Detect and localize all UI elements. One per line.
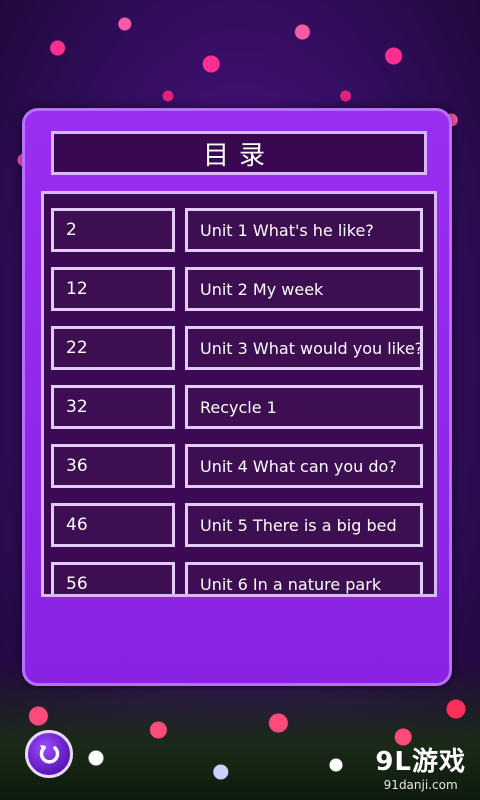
toc-page-number[interactable]: 36 bbox=[51, 444, 175, 488]
page-title: 目录 bbox=[51, 131, 427, 175]
toc-row[interactable]: 56 Unit 6 In a nature park bbox=[51, 562, 423, 594]
toc-list[interactable]: 2 Unit 1 What's he like? 12 Unit 2 My we… bbox=[41, 191, 437, 597]
page-title-text: 目录 bbox=[202, 140, 275, 171]
toc-row[interactable]: 22 Unit 3 What would you like? bbox=[51, 326, 423, 370]
back-button[interactable] bbox=[25, 730, 73, 778]
toc-page-number[interactable]: 56 bbox=[51, 562, 175, 594]
toc-unit-title[interactable]: Unit 2 My week bbox=[185, 267, 423, 311]
watermark-site: 91danji.com bbox=[383, 778, 458, 792]
toc-panel: 目录 2 Unit 1 What's he like? 12 Unit 2 My… bbox=[22, 108, 452, 686]
watermark: 9L游戏 91danji.com bbox=[375, 741, 466, 792]
toc-row[interactable]: 2 Unit 1 What's he like? bbox=[51, 208, 423, 252]
watermark-brand: 9L游戏 bbox=[375, 747, 466, 777]
toc-page-number[interactable]: 32 bbox=[51, 385, 175, 429]
toc-unit-title[interactable]: Unit 4 What can you do? bbox=[185, 444, 423, 488]
toc-row[interactable]: 32 Recycle 1 bbox=[51, 385, 423, 429]
toc-row[interactable]: 12 Unit 2 My week bbox=[51, 267, 423, 311]
toc-page-number[interactable]: 12 bbox=[51, 267, 175, 311]
toc-unit-title[interactable]: Recycle 1 bbox=[185, 385, 423, 429]
toc-row[interactable]: 46 Unit 5 There is a big bed bbox=[51, 503, 423, 547]
toc-unit-title[interactable]: Unit 1 What's he like? bbox=[185, 208, 423, 252]
toc-unit-title[interactable]: Unit 6 In a nature park bbox=[185, 562, 423, 594]
toc-unit-title[interactable]: Unit 5 There is a big bed bbox=[185, 503, 423, 547]
back-arrow-icon bbox=[39, 745, 60, 764]
toc-page-number[interactable]: 22 bbox=[51, 326, 175, 370]
toc-row[interactable]: 36 Unit 4 What can you do? bbox=[51, 444, 423, 488]
toc-page-number[interactable]: 46 bbox=[51, 503, 175, 547]
toc-unit-title[interactable]: Unit 3 What would you like? bbox=[185, 326, 423, 370]
toc-page-number[interactable]: 2 bbox=[51, 208, 175, 252]
